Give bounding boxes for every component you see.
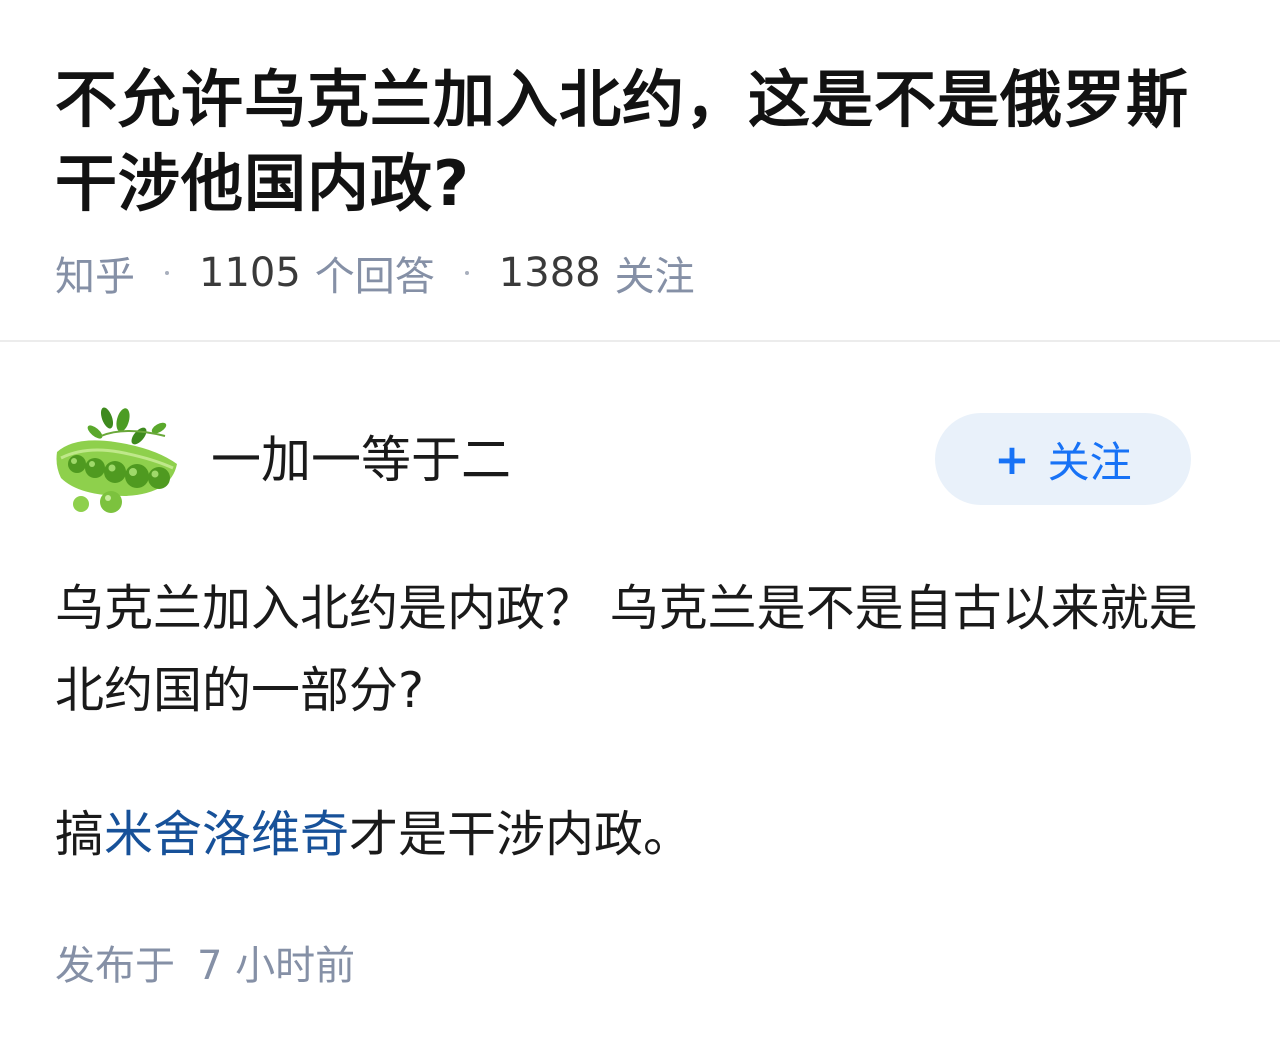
- source-label[interactable]: 知乎: [55, 244, 135, 302]
- answer-paragraph: 乌克兰加入北约是内政？ 乌克兰是不是自古以来就是北约国的一部分?: [55, 580, 1198, 719]
- follow-button[interactable]: + 关注: [935, 413, 1191, 505]
- plus-icon: +: [994, 434, 1030, 484]
- followers-count: 1388: [498, 250, 601, 296]
- question-meta: 知乎 1105 个回答 1388 关注: [55, 246, 695, 300]
- answer-author-row: 一加一等于二 + 关注: [55, 406, 1225, 516]
- question-header: 不允许乌克兰加入北约，这是不是俄罗斯干涉他国内政? 知乎 1105 个回答 13…: [0, 0, 1280, 342]
- published-time-value: 7 小时前: [197, 943, 356, 989]
- author-avatar[interactable]: [55, 406, 179, 516]
- answer-paragraph: 搞米舍洛维奇才是干涉内政。: [55, 794, 1225, 876]
- followers-label: 关注: [614, 254, 695, 300]
- follow-button-label: 关注: [1047, 437, 1132, 487]
- answers-count: 1105: [199, 250, 301, 296]
- keyword-link[interactable]: 米舍洛维奇: [104, 806, 349, 863]
- answer-text: 才是干涉内政。: [349, 806, 693, 863]
- peapod-avatar-icon: [56, 407, 177, 513]
- published-prefix: 发布于: [55, 943, 175, 989]
- separator-dot: [464, 271, 469, 275]
- question-title[interactable]: 不允许乌克兰加入北约，这是不是俄罗斯干涉他国内政?: [55, 58, 1235, 226]
- author-name[interactable]: 一加一等于二: [211, 430, 511, 490]
- answer-text: 搞: [55, 806, 105, 863]
- answers-label[interactable]: 个回答: [315, 244, 435, 302]
- separator-dot: [165, 271, 169, 275]
- answer-content: 乌克兰加入北约是内政？ 乌克兰是不是自古以来就是北约国的一部分? 搞米舍洛维奇才…: [55, 568, 1225, 876]
- published-time[interactable]: 发布于 7 小时前: [55, 938, 355, 994]
